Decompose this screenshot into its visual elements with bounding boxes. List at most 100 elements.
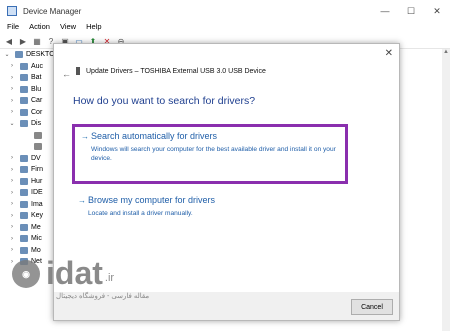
tree-item-label: Mo	[31, 246, 41, 254]
expand-icon[interactable]: ›	[8, 247, 16, 253]
expand-icon[interactable]: ›	[8, 178, 16, 184]
device-category-icon	[20, 212, 28, 220]
menu-action[interactable]: Action	[29, 22, 50, 34]
expand-icon[interactable]: ›	[8, 213, 16, 219]
expand-icon[interactable]: ›	[8, 236, 16, 242]
expand-icon[interactable]: ›	[8, 109, 16, 115]
tree-item-label: IDE	[31, 189, 43, 197]
tree-item-label: Hur	[31, 177, 43, 185]
dialog-close-button[interactable]: ✕	[385, 48, 393, 59]
arrow-right-icon: →	[81, 131, 89, 141]
menu-help[interactable]: Help	[86, 22, 101, 34]
tree-item[interactable]	[0, 141, 55, 153]
cancel-button[interactable]: Cancel	[351, 299, 393, 315]
dialog-question: How do you want to search for drivers?	[73, 95, 256, 107]
device-category-icon	[20, 74, 28, 82]
tree-item-label: Car	[31, 97, 43, 105]
robot-logo-icon: ◉	[12, 260, 40, 288]
device-category-icon	[20, 62, 28, 70]
expand-icon[interactable]: ›	[8, 98, 16, 104]
option-label[interactable]: Browse my computer for drivers	[88, 195, 215, 205]
option-label[interactable]: Search automatically for drivers	[91, 131, 217, 141]
device-category-icon	[34, 131, 42, 139]
tree-item[interactable]: › Firn	[0, 164, 55, 176]
tree-item[interactable]: › Mic	[0, 233, 55, 245]
tree-item-label: Key	[31, 212, 44, 220]
expand-icon[interactable]: ›	[8, 201, 16, 207]
expand-icon[interactable]: ⌄	[8, 120, 16, 127]
device-category-icon	[20, 154, 28, 162]
back-arrow-icon[interactable]: ←	[62, 69, 71, 79]
device-category-icon	[20, 97, 28, 105]
collapse-icon[interactable]: ⌄	[3, 51, 11, 58]
device-category-icon	[20, 85, 28, 93]
window-title: Device Manager	[23, 6, 82, 16]
tree-item-label: Firn	[31, 166, 44, 174]
tree-item-label: Blu	[31, 85, 42, 93]
tree-item[interactable]: ⌄ Dis	[0, 118, 55, 130]
tree-item[interactable]: › Car	[0, 95, 55, 107]
option-description: Windows will search your computer for th…	[91, 146, 336, 162]
device-category-icon	[20, 189, 28, 197]
device-category-icon	[20, 166, 28, 174]
tree-item-label: DV	[31, 154, 41, 162]
device-manager-icon	[7, 6, 17, 16]
tree-item-label: Dis	[31, 120, 42, 128]
forward-icon[interactable]: ▶	[18, 36, 28, 46]
expand-icon[interactable]: ›	[8, 86, 16, 92]
device-category-icon	[20, 200, 28, 208]
tree-item-label: Ima	[31, 200, 43, 208]
tree-item[interactable]: › Me	[0, 222, 55, 234]
option-description: Locate and install a driver manually.	[88, 210, 193, 217]
expand-icon[interactable]: ›	[8, 190, 16, 196]
menu-bar: File Action View Help	[0, 22, 450, 34]
tree-root-label: DESKTO	[26, 51, 55, 59]
expand-icon[interactable]: ›	[8, 75, 16, 81]
device-category-icon	[34, 143, 42, 151]
tree-item[interactable]	[0, 130, 55, 142]
expand-icon[interactable]: ›	[8, 167, 16, 173]
tree-item-label: Mic	[31, 235, 42, 243]
device-category-icon	[20, 223, 28, 231]
dialog-header: Update Drivers – TOSHIBA External USB 3.…	[76, 67, 266, 75]
tree-item-label: Me	[31, 223, 41, 231]
browse-computer-option[interactable]: → Browse my computer for drivers Locate …	[72, 191, 348, 221]
device-category-icon	[20, 246, 28, 254]
back-icon[interactable]: ◀	[4, 36, 14, 46]
device-category-icon	[20, 235, 28, 243]
tree-item[interactable]: › Key	[0, 210, 55, 222]
tree-item[interactable]: › Auc	[0, 61, 55, 73]
tree-item[interactable]: › Ima	[0, 199, 55, 211]
scroll-up-icon[interactable]: ▲	[442, 49, 450, 55]
watermark-tagline: مقاله فارسی - فروشگاه دیجیتال	[56, 293, 150, 300]
tree-item[interactable]: › IDE	[0, 187, 55, 199]
tree-item[interactable]: › DV	[0, 153, 55, 165]
window-controls: — ☐ ✕	[372, 0, 450, 22]
expand-icon[interactable]: ›	[8, 63, 16, 69]
tree-item[interactable]: › Hur	[0, 176, 55, 188]
expand-icon[interactable]: ›	[8, 155, 16, 161]
usb-device-icon	[76, 67, 80, 75]
menu-file[interactable]: File	[7, 22, 19, 34]
maximize-button[interactable]: ☐	[398, 0, 424, 22]
watermark-tld: .ir	[104, 272, 115, 284]
minimize-button[interactable]: —	[372, 0, 398, 22]
search-automatically-option[interactable]: → Search automatically for drivers Windo…	[72, 124, 348, 184]
arrow-right-icon: →	[78, 195, 86, 205]
tree-item-label: Bat	[31, 74, 42, 82]
tree-scrollbar[interactable]: ▲	[442, 49, 450, 331]
watermark-brand: idat	[46, 255, 103, 291]
expand-icon[interactable]: ›	[8, 224, 16, 230]
device-manager-window: Device Manager — ☐ ✕ File Action View He…	[0, 0, 450, 331]
device-category-icon	[20, 177, 28, 185]
title-bar: Device Manager — ☐ ✕	[0, 0, 450, 22]
tree-root[interactable]: ⌄ DESKTO	[0, 49, 55, 61]
close-button[interactable]: ✕	[424, 0, 450, 22]
device-category-icon	[20, 120, 28, 128]
tree-item-label: Auc	[31, 62, 44, 70]
tree-item[interactable]: › Bat	[0, 72, 55, 84]
tree-item[interactable]: › Blu	[0, 84, 55, 96]
menu-view[interactable]: View	[60, 22, 76, 34]
tree-item[interactable]: › Cor	[0, 107, 55, 119]
properties-icon[interactable]: ▦	[32, 36, 42, 46]
